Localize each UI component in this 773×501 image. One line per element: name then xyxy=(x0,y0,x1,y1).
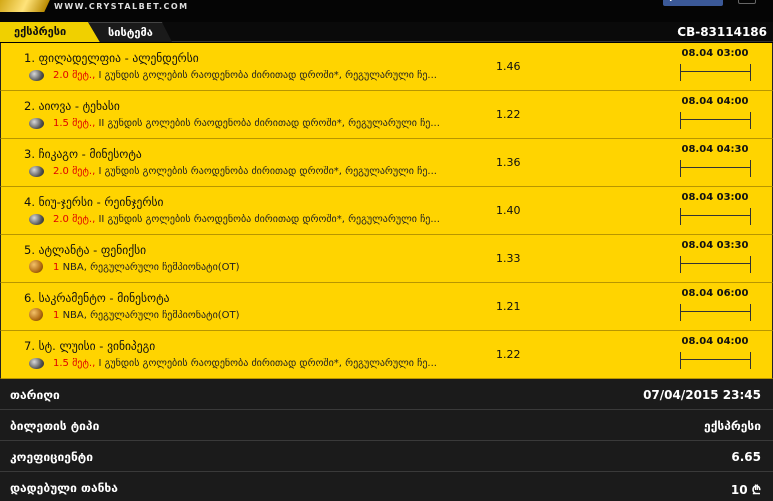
event-selection: 1 xyxy=(53,310,60,321)
coefficient-value: 6.65 xyxy=(731,450,761,464)
event-title[interactable]: 6. საკრამენტო - მინესოტა xyxy=(24,291,169,305)
event-market: 2.0 მეტ., I გუნდის გოლების რაოდენობა ძირ… xyxy=(53,166,513,177)
stake-label: დადებული თანხა xyxy=(10,481,118,495)
event-odds: 1.33 xyxy=(496,252,521,265)
ticket-id: CB-83114186 xyxy=(677,25,767,39)
event-time: 08.04 06:00 xyxy=(681,288,749,299)
event-row[interactable]: 4. ნიუ-ჯერსი - რეინჯერსი 2.0 მეტ., II გუნ… xyxy=(0,187,773,235)
event-row[interactable]: 5. ატლანტა - ფენიქსი 1 NBA, რეგულარული ჩე… xyxy=(0,235,773,283)
event-market: 1 NBA, რეგულარული ჩემპიონატი(OT) xyxy=(53,310,513,321)
event-market: 2.0 მეტ., I გუნდის გოლების რაოდენობა ძირ… xyxy=(53,70,513,81)
event-market-text: II გუნდის გოლების რაოდენობა ძირითად დროშ… xyxy=(98,214,440,225)
event-market-text: I გუნდის გოლების რაოდენობა ძირითად დროში… xyxy=(98,70,437,81)
event-time: 08.04 03:30 xyxy=(681,240,749,251)
top-bar: WWW.CRYSTALBET.COM f xyxy=(0,0,773,22)
event-market: 2.0 მეტ., II გუნდის გოლების რაოდენობა ძი… xyxy=(53,214,513,225)
hockey-puck-icon xyxy=(29,118,44,129)
event-selection: 2.0 მეტ., xyxy=(53,214,96,225)
event-market: 1.5 მეტ., II გუნდის გოლების რაოდენობა ძი… xyxy=(53,118,513,129)
basketball-icon xyxy=(29,308,43,321)
date-value: 07/04/2015 23:45 xyxy=(643,388,761,402)
coefficient-label: კოეფიციენტი xyxy=(10,450,93,464)
ticket-summary: თარიღი 07/04/2015 23:45 ბილეთის ტიპი ექს… xyxy=(0,379,773,501)
event-market: 1.5 მეტ., I გუნდის გოლების რაოდენობა ძირ… xyxy=(53,358,513,369)
event-market-text: NBA, რეგულარული ჩემპიონატი(OT) xyxy=(62,310,240,321)
event-score-box xyxy=(680,112,751,129)
event-time: 08.04 03:00 xyxy=(681,192,749,203)
event-score-box xyxy=(680,64,751,81)
event-title[interactable]: 2. აიოვა - ტეხასი xyxy=(24,99,120,113)
event-row[interactable]: 7. სტ. ლუისი - ვინიპეგი 1.5 მეტ., I გუნდი… xyxy=(0,331,773,379)
event-time: 08.04 04:00 xyxy=(681,96,749,107)
event-odds: 1.22 xyxy=(496,108,521,121)
ticket-type-label: ბილეთის ტიპი xyxy=(10,419,100,433)
event-odds: 1.40 xyxy=(496,204,521,217)
ticket-type-value: ექსპრესი xyxy=(704,419,761,433)
event-selection: 2.0 მეტ., xyxy=(53,70,96,81)
event-score-box xyxy=(680,208,751,225)
event-selection: 2.0 მეტ., xyxy=(53,166,96,177)
event-title[interactable]: 5. ატლანტა - ფენიქსი xyxy=(24,243,146,257)
tab-express[interactable]: ექსპრესი xyxy=(0,22,100,42)
tab-system[interactable]: სისტემა xyxy=(88,22,172,42)
event-score-box xyxy=(680,160,751,177)
facebook-button[interactable]: f xyxy=(663,0,723,6)
event-market-text: II გუნდის გოლების რაოდენობა ძირითად დროშ… xyxy=(98,118,440,129)
stake-value: 10 ₾ xyxy=(730,483,761,497)
date-label: თარიღი xyxy=(10,388,60,402)
summary-row-coefficient: კოეფიციენტი 6.65 xyxy=(0,441,773,472)
events-list: 1. ფილადელფია - ალენდერსი 2.0 მეტ., I გუნ… xyxy=(0,43,773,379)
crystalbet-logo[interactable]: WWW.CRYSTALBET.COM xyxy=(0,0,189,12)
event-title[interactable]: 3. ჩიკაგო - მინესოტა xyxy=(24,147,142,161)
event-score-box xyxy=(680,352,751,369)
event-odds: 1.46 xyxy=(496,60,521,73)
event-row[interactable]: 2. აიოვა - ტეხასი 1.5 მეტ., II გუნდის გოლ… xyxy=(0,91,773,139)
basketball-icon xyxy=(29,260,43,273)
event-selection: 1.5 მეტ., xyxy=(53,358,96,369)
hockey-puck-icon xyxy=(29,70,44,81)
event-selection: 1.5 მეტ., xyxy=(53,118,96,129)
event-market-text: NBA, რეგულარული ჩემპიონატი(OT) xyxy=(62,262,240,273)
event-row[interactable]: 6. საკრამენტო - მინესოტა 1 NBA, რეგულარულ… xyxy=(0,283,773,331)
summary-row-ticket-type: ბილეთის ტიპი ექსპრესი xyxy=(0,410,773,441)
event-market-text: I გუნდის გოლების რაოდენობა ძირითად დროში… xyxy=(98,166,437,177)
event-score-box xyxy=(680,304,751,321)
hockey-puck-icon xyxy=(29,166,44,177)
ticket-tabs-bar: ექსპრესი სისტემა CB-83114186 xyxy=(0,22,773,42)
logo-mark-icon xyxy=(0,0,52,12)
hockey-puck-icon xyxy=(29,358,44,369)
event-row[interactable]: 3. ჩიკაგო - მინესოტა 2.0 მეტ., I გუნდის გ… xyxy=(0,139,773,187)
event-time: 08.04 04:00 xyxy=(681,336,749,347)
logo-url: WWW.CRYSTALBET.COM xyxy=(54,2,189,11)
event-title[interactable]: 4. ნიუ-ჯერსი - რეინჯერსი xyxy=(24,195,164,209)
event-odds: 1.36 xyxy=(496,156,521,169)
event-title[interactable]: 1. ფილადელფია - ალენდერსი xyxy=(24,51,199,65)
event-row[interactable]: 1. ფილადელფია - ალენდერსი 2.0 მეტ., I გუნ… xyxy=(0,43,773,91)
event-odds: 1.22 xyxy=(496,348,521,361)
hockey-puck-icon xyxy=(29,214,44,225)
event-odds: 1.21 xyxy=(496,300,521,313)
summary-row-stake: დადებული თანხა 10 ₾ xyxy=(0,472,773,501)
event-score-box xyxy=(680,256,751,273)
event-market-text: I გუნდის გოლების რაოდენობა ძირითად დროში… xyxy=(98,358,437,369)
event-time: 08.04 03:00 xyxy=(681,48,749,59)
event-selection: 1 xyxy=(53,262,60,273)
event-time: 08.04 04:30 xyxy=(681,144,749,155)
event-market: 1 NBA, რეგულარული ჩემპიონატი(OT) xyxy=(53,262,513,273)
summary-row-date: თარიღი 07/04/2015 23:45 xyxy=(0,379,773,410)
event-title[interactable]: 7. სტ. ლუისი - ვინიპეგი xyxy=(24,339,155,353)
close-icon[interactable] xyxy=(738,0,756,4)
